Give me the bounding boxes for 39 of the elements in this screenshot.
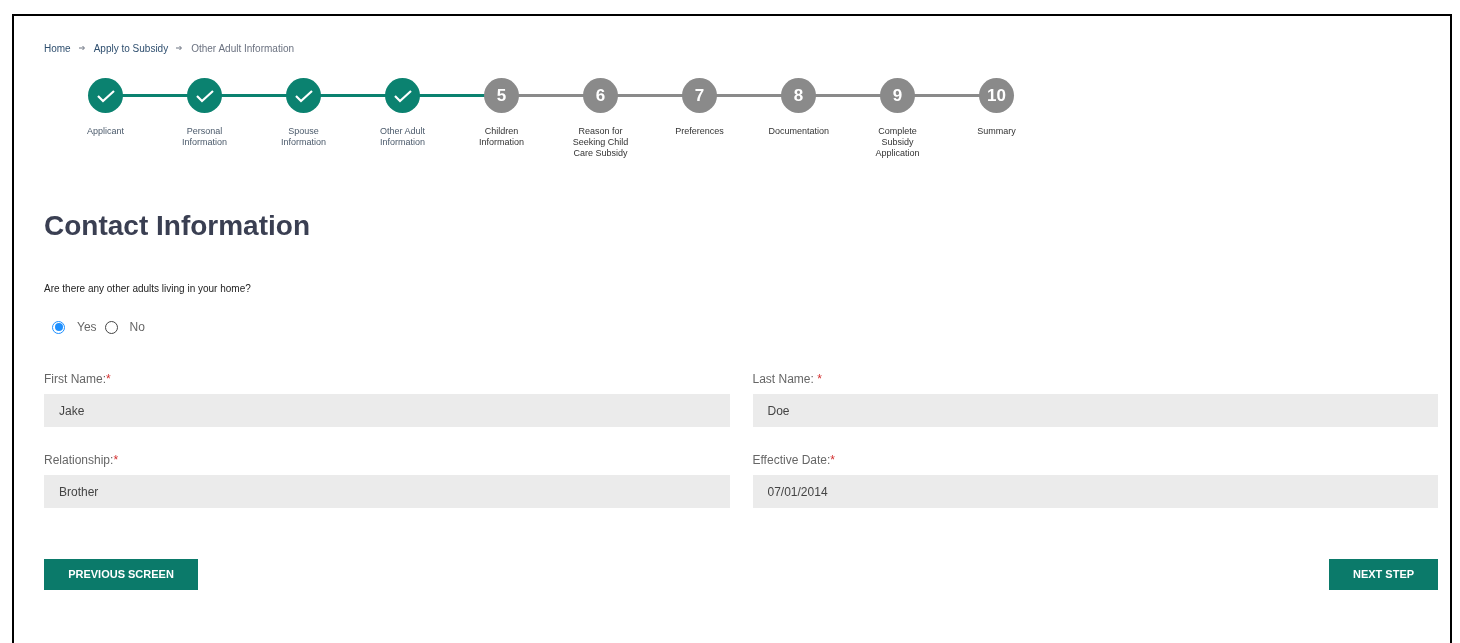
step-number: 10 [987, 84, 1006, 107]
breadcrumb-link[interactable]: Home [44, 40, 71, 56]
checkmark-icon [95, 88, 116, 103]
step-label: Complete Subsidy Application [874, 126, 921, 159]
step-number: 8 [793, 84, 804, 107]
step-number: 9 [892, 84, 903, 107]
input-field[interactable]: Jake [44, 394, 730, 427]
field-label: First Name:* [44, 372, 112, 386]
section-heading: Contact Information [44, 209, 311, 243]
step-label: Spouse Information [280, 126, 327, 148]
checkmark-icon [194, 88, 215, 103]
step-number: 5 [496, 84, 507, 107]
step-label: Children Information [478, 126, 525, 148]
arrow-icon [176, 45, 184, 51]
step-label: Preferences [674, 126, 725, 137]
previous-button[interactable]: PREVIOUS SCREEN [44, 559, 198, 590]
step-label: Other Adult Information [379, 126, 426, 148]
field-label: Relationship:* [44, 453, 120, 467]
step-label: Summary [976, 126, 1017, 137]
field-label: Last Name: * [752, 372, 823, 386]
radio-label: Yes [77, 319, 97, 336]
arrow-icon [78, 45, 86, 51]
step-number: 7 [694, 84, 705, 107]
input-field[interactable]: Doe [752, 394, 1438, 427]
step-number: 6 [595, 84, 606, 107]
step-label: Applicant [86, 126, 125, 137]
step-label: Reason for Seeking Child Care Subsidy [571, 126, 630, 159]
step-label: Personal Information [181, 126, 228, 148]
input-field[interactable]: Brother [44, 475, 730, 508]
breadcrumb-link[interactable]: Apply to Subsidy [93, 40, 169, 56]
radio-label: No [129, 319, 145, 336]
input-field[interactable]: 07/01/2014 [752, 475, 1438, 508]
breadcrumb-link[interactable]: Other Adult Information [191, 40, 295, 56]
step-label: Documentation [768, 126, 829, 137]
field-label: Effective Date:* [752, 453, 836, 467]
question-text: Are there any other adults living in your home? [44, 282, 252, 296]
checkmark-icon [392, 88, 413, 103]
next-button[interactable]: NEXT STEP [1329, 559, 1438, 590]
checkmark-icon [293, 88, 314, 103]
